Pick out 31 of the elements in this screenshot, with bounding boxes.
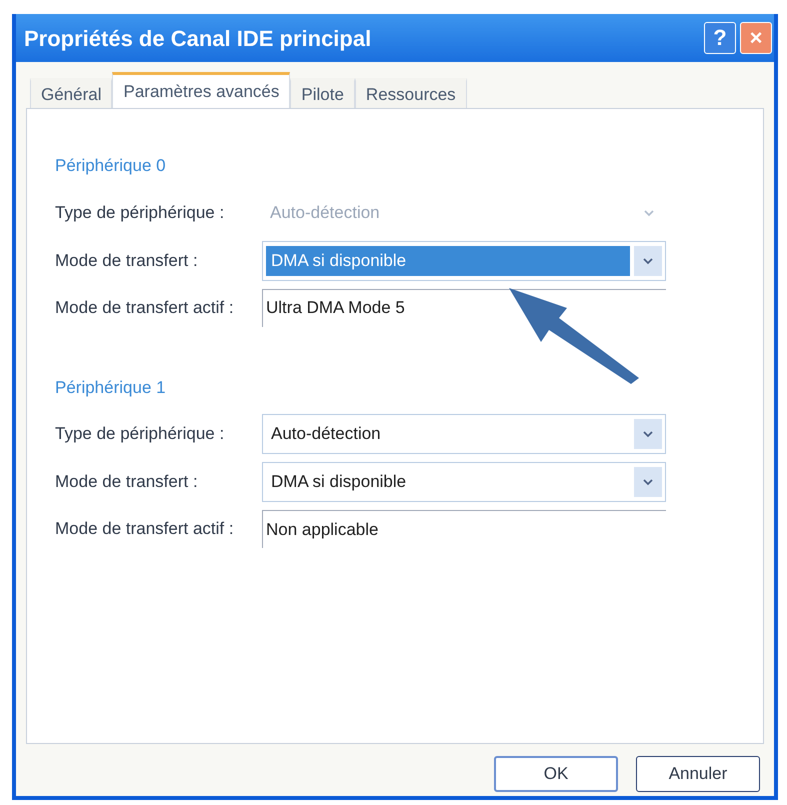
dropdown-arrow-button[interactable] <box>634 419 662 449</box>
tab[interactable]: Ressources <box>354 78 467 108</box>
chevron-down-icon <box>643 256 653 264</box>
field-label: Type de périphérique : <box>55 423 226 446</box>
tab[interactable]: Pilote <box>290 78 355 108</box>
dropdown[interactable]: DMA si disponible <box>262 240 666 280</box>
text-field[interactable]: Non applicable <box>262 510 666 548</box>
field-label: Mode de transfert actif : <box>55 518 235 540</box>
dropdown-value: DMA si disponible <box>270 471 408 494</box>
chevron-down-icon <box>643 430 653 438</box>
dropdown-value: Auto-détection <box>270 423 382 446</box>
tab[interactable]: Général <box>30 78 112 108</box>
window-title: Propriétés de Canal IDE principal <box>24 24 372 53</box>
field-label: Mode de transfert actif : <box>55 296 235 319</box>
dropdown[interactable]: Auto-détection <box>262 414 666 454</box>
dropdown-value: Auto-détection <box>269 202 381 224</box>
chevron-down-icon <box>644 208 654 216</box>
dropdown[interactable]: DMA si disponible <box>262 462 666 502</box>
dialog-button[interactable]: OK <box>494 756 618 792</box>
field-label: Mode de transfert : <box>55 471 199 494</box>
dialog-button[interactable]: Annuler <box>636 756 760 792</box>
chevron-down-icon <box>643 478 653 486</box>
help-button[interactable]: ? <box>704 22 736 54</box>
dropdown-value: DMA si disponible <box>266 246 630 276</box>
dropdown-arrow-button[interactable] <box>634 246 662 276</box>
field-label: Mode de transfert : <box>55 250 199 272</box>
dropdown-arrow-button[interactable] <box>634 467 662 497</box>
field-label: Type de périphérique : <box>55 202 226 224</box>
group-title: Périphérique 1 <box>55 376 167 398</box>
group-title: Périphérique 0 <box>55 155 167 177</box>
tab[interactable]: Paramètres avancés <box>112 72 290 108</box>
